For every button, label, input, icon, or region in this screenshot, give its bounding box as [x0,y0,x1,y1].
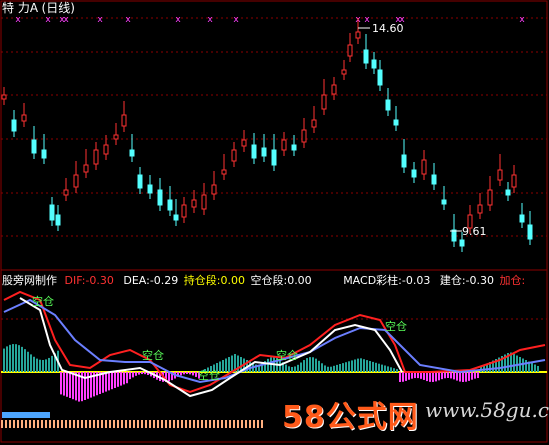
candle-body [281,139,287,151]
candle-body [377,69,383,86]
candle-body [477,204,483,214]
signal-marker: x [45,15,51,25]
candle-body [393,119,399,126]
candle-body [41,149,47,159]
watermark-brand: 58公式网 [282,400,419,435]
stock-title: 特 力A [2,1,39,15]
signal-label-5: 空仓 [385,320,407,333]
candle-body [487,189,493,206]
candle-body [385,99,391,111]
low-price-label: 9.61 [462,225,487,238]
candle-body [121,114,127,127]
candle-body [301,129,307,143]
dif-value: DIF:-0.30 [64,274,114,287]
candle-body [401,154,407,168]
stock-chart: xxxxxxxxxxxxxx [0,0,548,443]
candle-body [519,214,525,223]
indicator-name[interactable]: 股旁网制作 [2,274,57,287]
candle-body [231,149,237,162]
signal-marker: x [125,15,131,25]
candle-body [271,149,277,166]
candle-body [73,174,79,188]
signal-marker: x [63,15,69,25]
candle-body [451,229,457,242]
add-value: 加仓: [499,274,526,287]
candle-body [459,239,465,247]
signal-label-4: 空仓 [276,349,298,362]
signal-marker: x [364,15,370,25]
candle-body [251,144,257,159]
candle-body [497,169,503,181]
signal-marker: x [207,15,213,25]
candle-body [113,134,119,140]
period-label[interactable]: (日线) [42,1,75,15]
candle-body [63,189,69,196]
candle-body [241,139,247,147]
candle-body [347,44,353,57]
signal-marker: x [97,15,103,25]
candle-body [11,119,17,132]
candle-body [371,59,377,69]
candle-body [201,194,207,210]
candle-body [321,94,327,110]
signal-marker: x [175,15,181,25]
candle-body [49,204,55,221]
candle-body [527,224,533,240]
candle-body [311,119,317,128]
signal-label-1: 空仓 [32,295,54,308]
indicator-legend: 股旁网制作 DIF:-0.30 DEA:-0.29 持仓段:0.00 空仓段:0… [2,274,525,287]
high-price-label: 14.60 [372,22,404,35]
hold-value: 持仓段:0.00 [183,274,245,287]
candle-body [331,84,337,95]
signal-label-2: 空仓 [142,349,164,362]
watermark-site: www.58gu.com [425,398,549,422]
candle-body [341,69,347,75]
signal-marker: x [519,15,525,25]
candle-body [167,199,173,211]
candle-body [137,174,143,189]
candle-body [411,169,417,178]
build-value: 建仓:-0.30 [439,274,494,287]
candle-body [173,214,179,221]
macd-value: MACD彩柱:-0.03 [343,274,431,287]
candle-body [157,189,163,206]
candle-body [431,174,437,185]
candle-body [421,159,427,175]
candle-body [31,139,37,154]
candle-body [181,204,187,218]
candle-body [441,199,447,205]
signal-marker: x [15,15,21,25]
candle-body [83,164,89,173]
candle-body [505,189,511,196]
candle-body [21,114,27,122]
signal-marker: x [233,15,239,25]
candle-body [1,94,7,100]
candle-body [147,184,153,194]
candle-body [211,184,217,195]
candle-body [511,174,517,188]
state-strip-a [2,412,50,418]
chart-window: xxxxxxxxxxxxxx 特 力A (日线) 14.60 9.61 股旁网制… [0,0,549,445]
candle-body [55,214,61,226]
candle-body [363,49,369,64]
candle-body [129,149,135,157]
empty-value: 空仓段:0.00 [250,274,312,287]
candle-body [291,144,297,151]
candle-body [191,199,197,208]
candle-body [103,144,109,155]
candle-body [355,31,361,39]
chart-header: 特 力A (日线) [2,2,75,15]
signal-label-3: 空仓 [198,369,220,382]
candle-body [261,147,267,157]
candle-body [93,149,99,165]
dea-value: DEA:-0.29 [123,274,179,287]
candle-body [221,169,227,175]
